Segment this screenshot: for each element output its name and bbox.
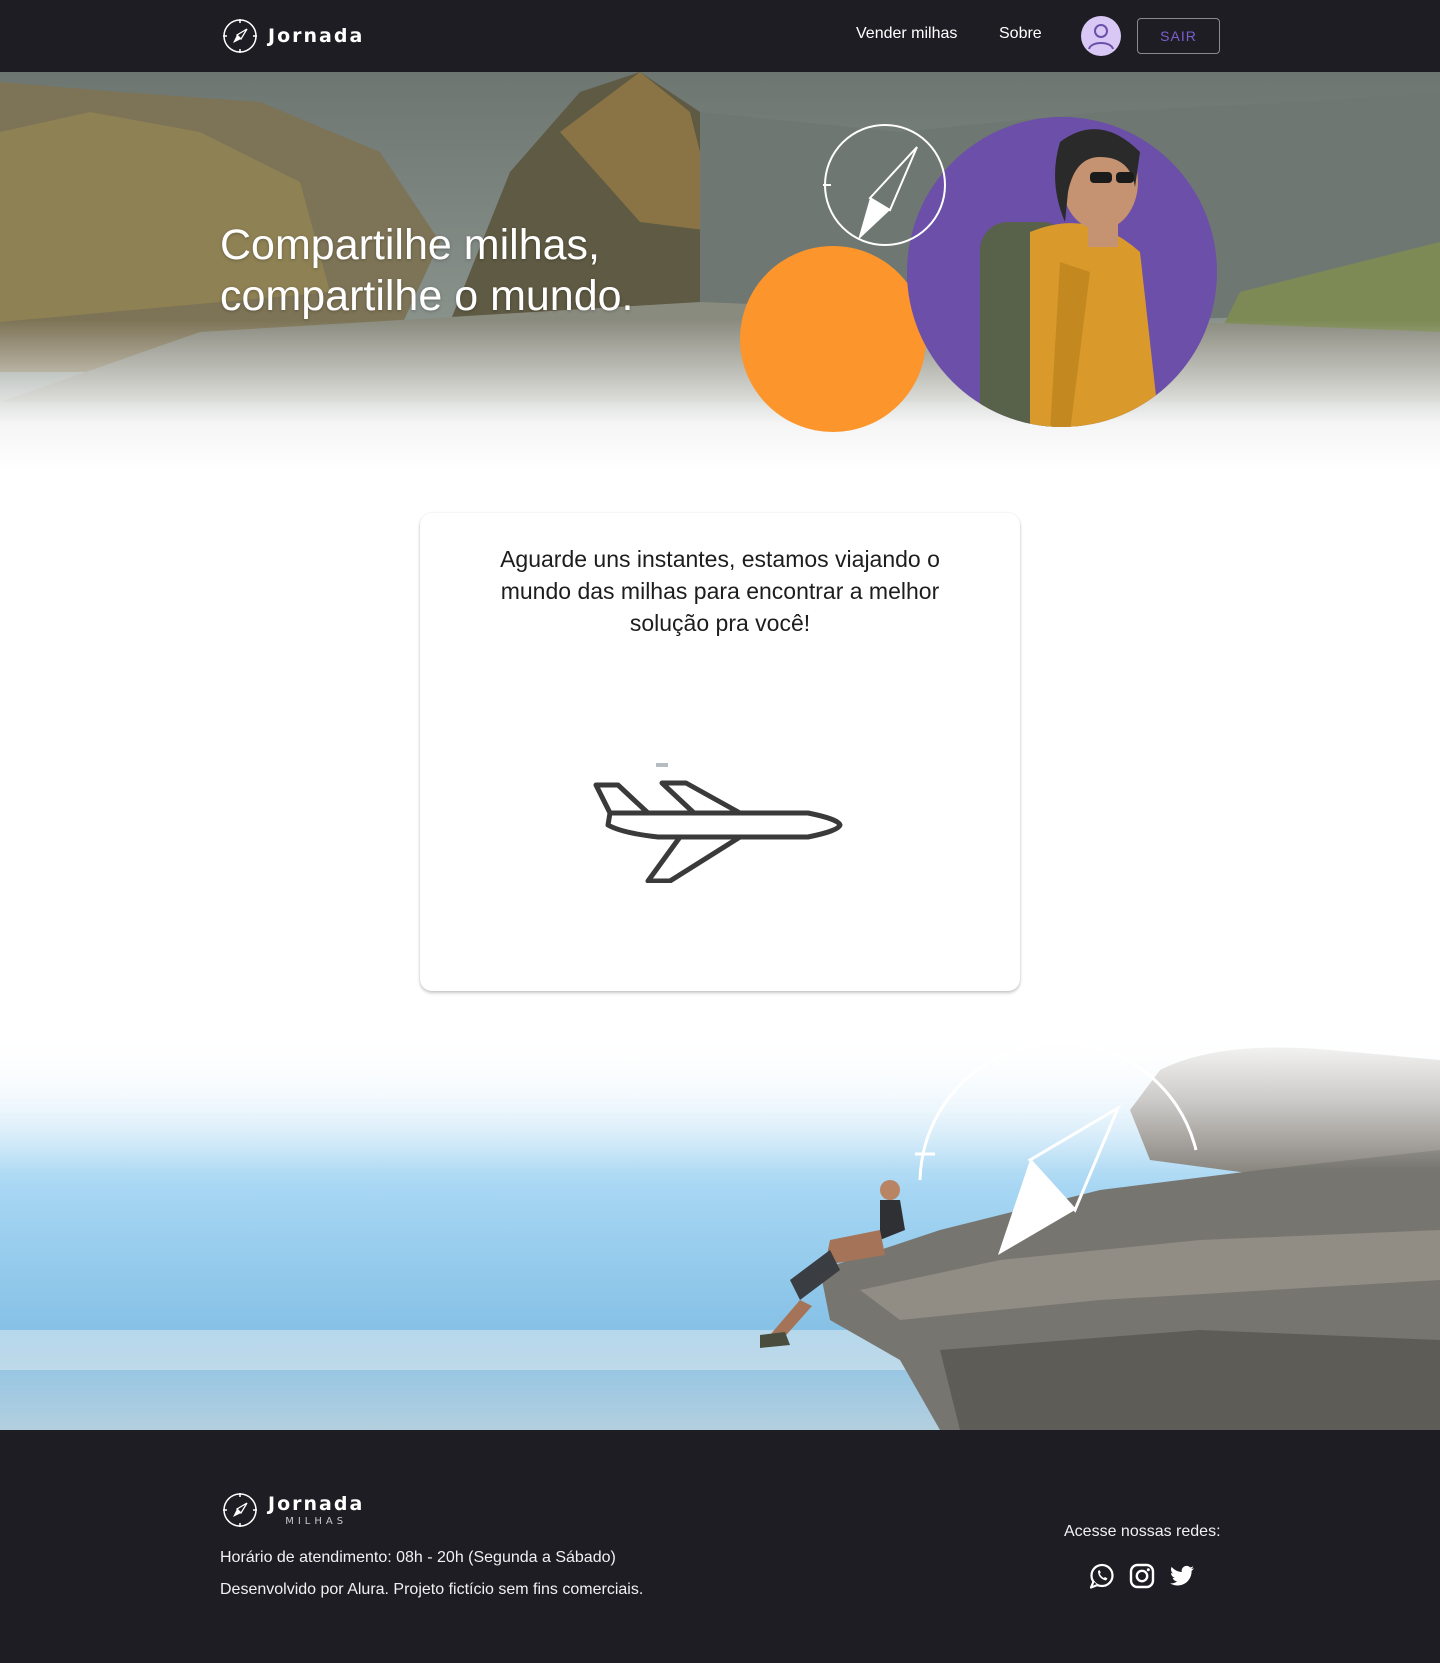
loading-message: Aguarde uns instantes, estamos viajando … <box>500 546 940 636</box>
nav-sell-miles[interactable]: Vender milhas <box>856 25 957 43</box>
hero-title-line-1: Compartilhe milhas, <box>220 221 600 269</box>
instagram-icon[interactable] <box>1128 1562 1156 1590</box>
twitter-icon[interactable] <box>1168 1562 1196 1590</box>
footer-brand-name: Jornada <box>268 1493 365 1515</box>
cliff-banner <box>0 1030 1440 1430</box>
user-avatar[interactable] <box>1081 16 1121 56</box>
logout-button[interactable]: SAIR <box>1137 18 1220 54</box>
airplane-icon <box>593 763 843 883</box>
service-hours: Horário de atendimento: 08h - 20h (Segun… <box>220 1549 616 1566</box>
whatsapp-icon[interactable] <box>1088 1562 1116 1590</box>
hero-title: Compartilhe milhas, compartilhe o mundo. <box>220 220 634 322</box>
social-links <box>1088 1562 1196 1590</box>
brand-name: Jornada <box>268 25 365 47</box>
compass-logo-icon <box>223 19 257 53</box>
social-title: Acesse nossas redes: <box>1064 1523 1221 1540</box>
footer-logo[interactable]: Jornada MILHAS <box>222 1492 364 1528</box>
hero-banner: Compartilhe milhas, compartilhe o mundo. <box>0 72 1440 472</box>
header-logo[interactable]: Jornada <box>222 18 364 54</box>
footer: Jornada MILHAS Horário de atendimento: 0… <box>0 1430 1440 1663</box>
nav-about[interactable]: Sobre <box>999 25 1042 43</box>
compass-logo-icon <box>223 1493 257 1527</box>
top-navbar: Jornada Vender milhas Sobre SAIR <box>0 0 1440 72</box>
hero-compass-icon <box>823 124 946 246</box>
user-icon <box>1088 24 1114 50</box>
footer-brand-subtitle: MILHAS <box>285 1516 348 1527</box>
cliff-landscape-image <box>0 1030 1440 1430</box>
credits-text: Desenvolvido por Alura. Projeto fictício… <box>220 1581 644 1598</box>
loading-card: Aguarde uns instantes, estamos viajando … <box>420 513 1020 991</box>
hero-title-line-2: compartilhe o mundo. <box>220 272 634 320</box>
hero-traveler-illustration <box>740 117 1217 432</box>
